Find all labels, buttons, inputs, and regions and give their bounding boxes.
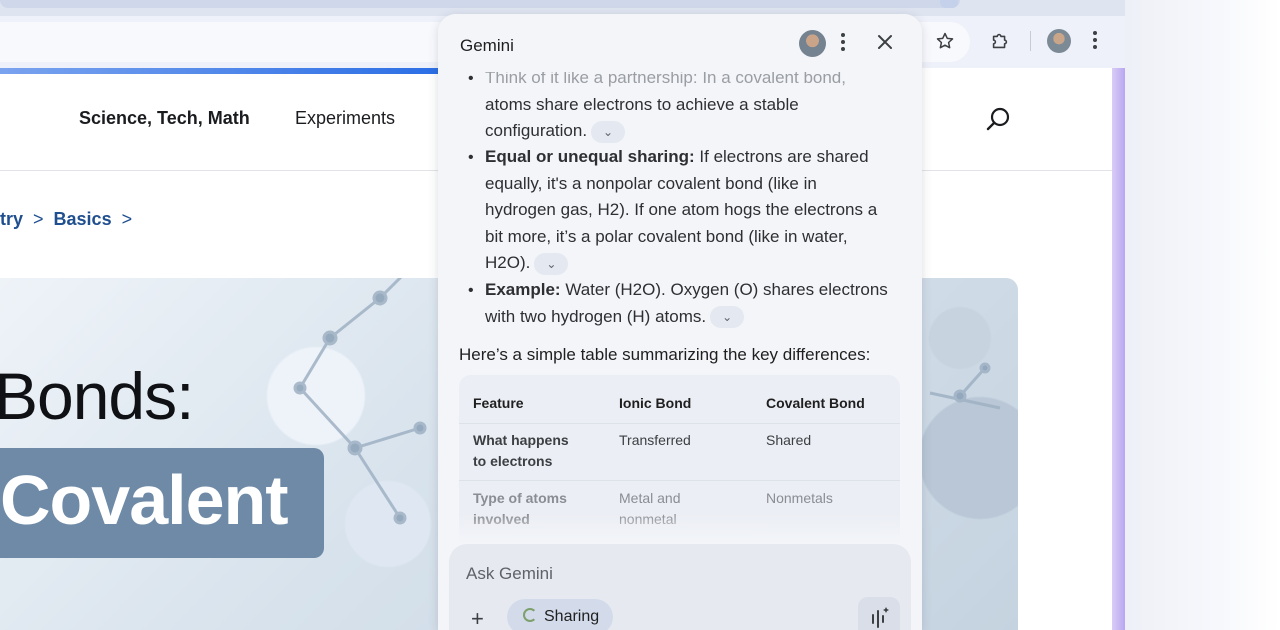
breadcrumb-item-chemistry[interactable]: try	[0, 209, 23, 229]
table-cell: What happens to electrons	[473, 430, 569, 472]
table-cell-line: to electrons	[473, 453, 553, 469]
gemini-header: Gemini	[438, 14, 922, 72]
extensions-icon[interactable]	[989, 30, 1011, 56]
table-cell-line: Type of atoms	[473, 490, 567, 506]
search-icon[interactable]	[985, 106, 1011, 132]
bullet-2-label: Equal or unequal sharing:	[485, 147, 695, 166]
gemini-panel: • Think of it like a partnership: In a c…	[438, 14, 922, 630]
window-backdrop	[1125, 0, 1280, 630]
table-divider	[459, 480, 900, 481]
new-tab-button[interactable]	[940, 0, 958, 8]
add-icon[interactable]: +	[471, 606, 484, 630]
bullet-2-line: bit more, it’s a polar covalent bond (li…	[485, 226, 848, 246]
chevron-down-icon[interactable]: ⌄	[591, 120, 626, 143]
table-cell-line: Nonmetals	[766, 490, 833, 506]
hero-title-line1: Bonds:	[0, 359, 194, 433]
table-cell: Nonmetals	[766, 488, 833, 509]
bullet-2: Equal or unequal sharing: If electrons a…	[485, 144, 877, 277]
table-cell: Shared	[766, 430, 811, 451]
bullet-marker: •	[468, 149, 474, 166]
close-icon[interactable]	[876, 31, 894, 57]
table-cell-line: Metal and	[619, 490, 681, 506]
bullet-3-line: Water (H2O). Oxygen (O) shares electrons	[560, 280, 888, 299]
bullet-1: Think of it like a partnership: In a cov…	[485, 72, 846, 145]
nav-link-science[interactable]: Science, Tech, Math	[79, 108, 250, 129]
table-cell-line: Transferred	[619, 432, 691, 448]
breadcrumb-separator: >	[121, 209, 133, 229]
bullet-2-line: equally, it's a nonpolar covalent bond (…	[485, 173, 817, 193]
account-avatar[interactable]	[799, 30, 826, 57]
bullet-1-line: atoms share electrons to achieve a stabl…	[485, 94, 799, 114]
table-header: Ionic Bond	[619, 395, 692, 411]
page-edge-glow	[1112, 68, 1125, 630]
more-vert-icon[interactable]	[840, 32, 846, 58]
bullet-1-line: configuration.	[485, 121, 588, 140]
bullet-3-line: with two hydrogen (H) atoms.	[485, 306, 707, 326]
table-intro: Here’s a simple table summarizing the ke…	[459, 345, 871, 364]
toolbar-divider	[1030, 31, 1031, 51]
table-header: Feature	[473, 395, 524, 411]
more-vert-icon[interactable]	[1092, 30, 1098, 53]
bullet-1-line: Think of it like a partnership: In a cov…	[485, 72, 846, 87]
sharing-chip-label: Sharing	[544, 608, 600, 625]
star-icon[interactable]	[935, 31, 955, 55]
breadcrumb: try > Basics >	[0, 209, 142, 230]
table-header: Covalent Bond	[766, 395, 865, 411]
bullet-3: Example: Water (H2O). Oxygen (O) shares …	[485, 277, 888, 330]
profile-avatar[interactable]	[1047, 29, 1071, 53]
breadcrumb-separator: >	[33, 209, 44, 229]
bullet-2-line: hydrogen gas, H2). If one atom hogs the …	[485, 200, 878, 219]
audio-wave-icon	[872, 607, 889, 628]
sharing-chip[interactable]: Sharing	[507, 599, 613, 630]
bullet-marker: •	[468, 282, 474, 299]
voice-input-button[interactable]	[858, 597, 900, 630]
hero-title-line2: Covalent	[0, 461, 289, 539]
gemini-response: • Think of it like a partnership: In a c…	[438, 72, 922, 542]
ask-gemini-input[interactable]: Ask Gemini	[466, 564, 553, 584]
bullet-3-label: Example:	[485, 280, 561, 299]
table-cell-line: Shared	[766, 432, 812, 448]
table-cell: Transferred	[619, 430, 691, 451]
chevron-down-icon[interactable]: ⌄	[710, 306, 745, 329]
sharing-icon	[523, 608, 537, 622]
breadcrumb-item-basics[interactable]: Basics	[54, 209, 112, 229]
table-divider	[459, 423, 900, 424]
gemini-title: Gemini	[460, 36, 514, 55]
bullet-2-line: H2O).	[485, 253, 531, 272]
ask-gemini-box[interactable]: Ask Gemini + Sharing	[449, 544, 911, 630]
active-tab[interactable]	[0, 0, 960, 8]
nav-link-experiments[interactable]: Experiments	[295, 108, 395, 129]
chevron-down-icon[interactable]: ⌄	[534, 252, 569, 275]
scroll-fade	[438, 514, 922, 544]
bullet-2-line: If electrons are shared	[694, 147, 869, 166]
bullet-marker: •	[468, 72, 474, 87]
table-cell-line: What happens	[473, 432, 569, 448]
